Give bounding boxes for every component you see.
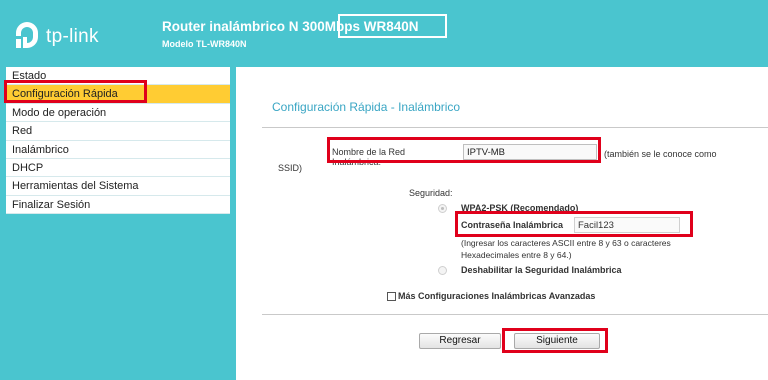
divider-bottom <box>262 314 768 315</box>
password-hint-continued: Hexadecimales entre 8 y 64.) <box>461 250 572 260</box>
sidebar-item-herramientas[interactable]: Herramientas del Sistema <box>6 177 230 196</box>
tp-link-logo-icon <box>16 22 38 48</box>
divider-top <box>262 127 768 128</box>
sidebar-item-red[interactable]: Red <box>6 122 230 141</box>
sidebar-item-dhcp[interactable]: DHCP <box>6 158 230 178</box>
sidebar-item-modo-operacion[interactable]: Modo de operación <box>6 103 230 123</box>
ssid-highlight-box <box>327 137 601 163</box>
ssid-note-continued: SSID) <box>278 163 303 173</box>
logo-text: tp-link <box>46 26 99 47</box>
tp-link-logo: tp-link <box>12 22 99 52</box>
sidebar: Estado Configuración Rápida Modo de oper… <box>0 67 236 380</box>
sidebar-item-finalizar-sesion[interactable]: Finalizar Sesión <box>6 195 230 215</box>
advanced-settings-label: Más Configuraciones Inalámbricas Avanzad… <box>398 291 596 301</box>
password-hint: (Ingresar los caracteres ASCII entre 8 y… <box>461 238 671 248</box>
advanced-settings-checkbox[interactable] <box>387 292 396 301</box>
next-highlight-box <box>502 328 608 353</box>
menu-highlight-box <box>4 80 147 103</box>
router-model: Modelo TL-WR840N <box>162 39 247 49</box>
back-button[interactable]: Regresar <box>419 333 501 349</box>
model-highlight-box <box>338 14 447 38</box>
ssid-note: (también se le conoce como <box>604 149 717 159</box>
sidebar-item-inalambrico[interactable]: Inalámbrico <box>6 140 230 159</box>
disable-security-label: Deshabilitar la Seguridad Inalámbrica <box>461 265 622 275</box>
header-bar: tp-link Router inalámbrico N 300Mbps WR8… <box>0 0 768 67</box>
security-label: Seguridad: <box>409 188 453 198</box>
disable-security-radio[interactable] <box>438 266 447 275</box>
page-title: Configuración Rápida - Inalámbrico <box>272 100 461 114</box>
wpa2-radio[interactable] <box>438 204 447 213</box>
password-highlight-box <box>455 211 693 237</box>
